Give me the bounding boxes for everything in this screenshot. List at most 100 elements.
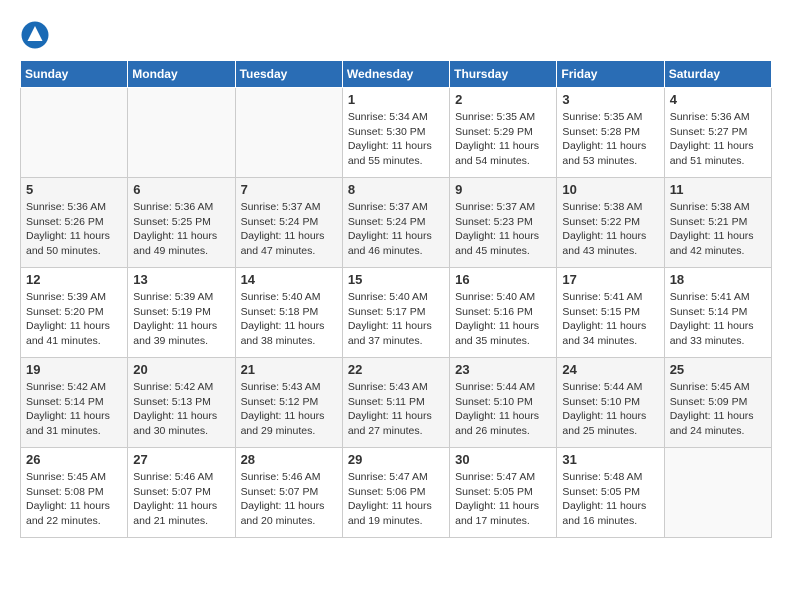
day-cell: 18Sunrise: 5:41 AMSunset: 5:14 PMDayligh… — [664, 268, 771, 358]
day-cell: 11 Sunrise: 5:38 AMSunset: 5:21 PMDayligh… — [664, 178, 771, 268]
day-info: Sunrise: 5:36 AMSunset: 5:26 PMDaylight:… — [26, 200, 122, 259]
day-header-saturday: Saturday — [664, 61, 771, 88]
day-cell: 13Sunrise: 5:39 AMSunset: 5:19 PMDayligh… — [128, 268, 235, 358]
day-number: 10 — [562, 182, 658, 197]
day-cell: 16 Sunrise: 5:40 AMSunset: 5:16 PMDayligh… — [450, 268, 557, 358]
day-number: 8 — [348, 182, 444, 197]
day-header-friday: Friday — [557, 61, 664, 88]
day-info: Sunrise: 5:38 AMSunset: 5:22 PMDaylight:… — [562, 200, 658, 259]
day-number: 26 — [26, 452, 122, 467]
day-info: Sunrise: 5:43 AMSunset: 5:11 PMDaylight:… — [348, 380, 444, 439]
day-info: Sunrise: 5:35 AMSunset: 5:28 PMDaylight:… — [562, 110, 658, 169]
day-cell: 9 Sunrise: 5:37 AMSunset: 5:23 PMDaylight… — [450, 178, 557, 268]
day-number: 18 — [670, 272, 766, 287]
day-cell: 26 Sunrise: 5:45 AMSunset: 5:08 PMDayligh… — [21, 448, 128, 538]
day-number: 16 — [455, 272, 551, 287]
day-header-monday: Monday — [128, 61, 235, 88]
day-cell: 14Sunrise: 5:40 AMSunset: 5:18 PMDayligh… — [235, 268, 342, 358]
day-cell: 4 Sunrise: 5:36 AMSunset: 5:27 PMDaylight… — [664, 88, 771, 178]
day-info: Sunrise: 5:48 AMSunset: 5:05 PMDaylight:… — [562, 470, 658, 529]
day-cell: 28Sunrise: 5:46 AMSunset: 5:07 PMDayligh… — [235, 448, 342, 538]
day-info: Sunrise: 5:42 AMSunset: 5:13 PMDaylight:… — [133, 380, 229, 439]
logo-icon — [20, 20, 50, 50]
day-number: 30 — [455, 452, 551, 467]
day-info: Sunrise: 5:38 AMSunset: 5:21 PMDaylight:… — [670, 200, 766, 259]
day-number: 24 — [562, 362, 658, 377]
day-cell: 24 Sunrise: 5:44 AMSunset: 5:10 PMDayligh… — [557, 358, 664, 448]
day-info: Sunrise: 5:45 AMSunset: 5:08 PMDaylight:… — [26, 470, 122, 529]
calendar-table: SundayMondayTuesdayWednesdayThursdayFrid… — [20, 60, 772, 538]
week-row-1: 1 Sunrise: 5:34 AMSunset: 5:30 PMDaylight… — [21, 88, 772, 178]
day-cell: 3Sunrise: 5:35 AMSunset: 5:28 PMDaylight… — [557, 88, 664, 178]
day-number: 21 — [241, 362, 337, 377]
day-number: 6 — [133, 182, 229, 197]
day-number: 2 — [455, 92, 551, 107]
day-number: 9 — [455, 182, 551, 197]
day-info: Sunrise: 5:40 AMSunset: 5:16 PMDaylight:… — [455, 290, 551, 349]
day-number: 29 — [348, 452, 444, 467]
day-number: 31 — [562, 452, 658, 467]
day-info: Sunrise: 5:34 AMSunset: 5:30 PMDaylight:… — [348, 110, 444, 169]
day-info: Sunrise: 5:37 AMSunset: 5:23 PMDaylight:… — [455, 200, 551, 259]
logo — [20, 20, 54, 50]
day-header-sunday: Sunday — [21, 61, 128, 88]
day-info: Sunrise: 5:39 AMSunset: 5:19 PMDaylight:… — [133, 290, 229, 349]
day-info: Sunrise: 5:44 AMSunset: 5:10 PMDaylight:… — [562, 380, 658, 439]
day-info: Sunrise: 5:46 AMSunset: 5:07 PMDaylight:… — [241, 470, 337, 529]
day-info: Sunrise: 5:47 AMSunset: 5:05 PMDaylight:… — [455, 470, 551, 529]
day-cell: 20 Sunrise: 5:42 AMSunset: 5:13 PMDayligh… — [128, 358, 235, 448]
day-number: 12 — [26, 272, 122, 287]
day-cell: 31 Sunrise: 5:48 AMSunset: 5:05 PMDayligh… — [557, 448, 664, 538]
day-cell: 27Sunrise: 5:46 AMSunset: 5:07 PMDayligh… — [128, 448, 235, 538]
day-info: Sunrise: 5:36 AMSunset: 5:25 PMDaylight:… — [133, 200, 229, 259]
week-row-4: 19 Sunrise: 5:42 AMSunset: 5:14 PMDayligh… — [21, 358, 772, 448]
day-info: Sunrise: 5:36 AMSunset: 5:27 PMDaylight:… — [670, 110, 766, 169]
day-number: 5 — [26, 182, 122, 197]
day-cell: 10 Sunrise: 5:38 AMSunset: 5:22 PMDayligh… — [557, 178, 664, 268]
day-cell: 29 Sunrise: 5:47 AMSunset: 5:06 PMDayligh… — [342, 448, 449, 538]
day-header-tuesday: Tuesday — [235, 61, 342, 88]
day-number: 15 — [348, 272, 444, 287]
day-cell: 22 Sunrise: 5:43 AMSunset: 5:11 PMDayligh… — [342, 358, 449, 448]
day-cell: 30 Sunrise: 5:47 AMSunset: 5:05 PMDayligh… — [450, 448, 557, 538]
day-number: 17 — [562, 272, 658, 287]
day-info: Sunrise: 5:40 AMSunset: 5:17 PMDaylight:… — [348, 290, 444, 349]
day-number: 19 — [26, 362, 122, 377]
day-header-thursday: Thursday — [450, 61, 557, 88]
day-number: 14 — [241, 272, 337, 287]
day-info: Sunrise: 5:42 AMSunset: 5:14 PMDaylight:… — [26, 380, 122, 439]
day-cell: 2 Sunrise: 5:35 AMSunset: 5:29 PMDaylight… — [450, 88, 557, 178]
day-cell — [664, 448, 771, 538]
day-info: Sunrise: 5:35 AMSunset: 5:29 PMDaylight:… — [455, 110, 551, 169]
day-cell: 6 Sunrise: 5:36 AMSunset: 5:25 PMDaylight… — [128, 178, 235, 268]
day-cell: 7Sunrise: 5:37 AMSunset: 5:24 PMDaylight… — [235, 178, 342, 268]
day-cell — [21, 88, 128, 178]
header-row: SundayMondayTuesdayWednesdayThursdayFrid… — [21, 61, 772, 88]
day-info: Sunrise: 5:43 AMSunset: 5:12 PMDaylight:… — [241, 380, 337, 439]
day-header-wednesday: Wednesday — [342, 61, 449, 88]
day-info: Sunrise: 5:41 AMSunset: 5:15 PMDaylight:… — [562, 290, 658, 349]
day-cell: 1 Sunrise: 5:34 AMSunset: 5:30 PMDaylight… — [342, 88, 449, 178]
day-info: Sunrise: 5:37 AMSunset: 5:24 PMDaylight:… — [348, 200, 444, 259]
day-cell: 25Sunrise: 5:45 AMSunset: 5:09 PMDayligh… — [664, 358, 771, 448]
day-cell: 8 Sunrise: 5:37 AMSunset: 5:24 PMDaylight… — [342, 178, 449, 268]
day-cell — [235, 88, 342, 178]
week-row-3: 12Sunrise: 5:39 AMSunset: 5:20 PMDayligh… — [21, 268, 772, 358]
day-number: 20 — [133, 362, 229, 377]
week-row-5: 26 Sunrise: 5:45 AMSunset: 5:08 PMDayligh… — [21, 448, 772, 538]
day-info: Sunrise: 5:37 AMSunset: 5:24 PMDaylight:… — [241, 200, 337, 259]
day-cell — [128, 88, 235, 178]
day-number: 1 — [348, 92, 444, 107]
day-number: 4 — [670, 92, 766, 107]
day-cell: 19 Sunrise: 5:42 AMSunset: 5:14 PMDayligh… — [21, 358, 128, 448]
day-cell: 17 Sunrise: 5:41 AMSunset: 5:15 PMDayligh… — [557, 268, 664, 358]
day-number: 22 — [348, 362, 444, 377]
day-cell: 23Sunrise: 5:44 AMSunset: 5:10 PMDayligh… — [450, 358, 557, 448]
day-info: Sunrise: 5:46 AMSunset: 5:07 PMDaylight:… — [133, 470, 229, 529]
day-info: Sunrise: 5:47 AMSunset: 5:06 PMDaylight:… — [348, 470, 444, 529]
day-number: 11 — [670, 182, 766, 197]
day-info: Sunrise: 5:45 AMSunset: 5:09 PMDaylight:… — [670, 380, 766, 439]
day-cell: 12Sunrise: 5:39 AMSunset: 5:20 PMDayligh… — [21, 268, 128, 358]
day-cell: 5 Sunrise: 5:36 AMSunset: 5:26 PMDaylight… — [21, 178, 128, 268]
day-cell: 15 Sunrise: 5:40 AMSunset: 5:17 PMDayligh… — [342, 268, 449, 358]
